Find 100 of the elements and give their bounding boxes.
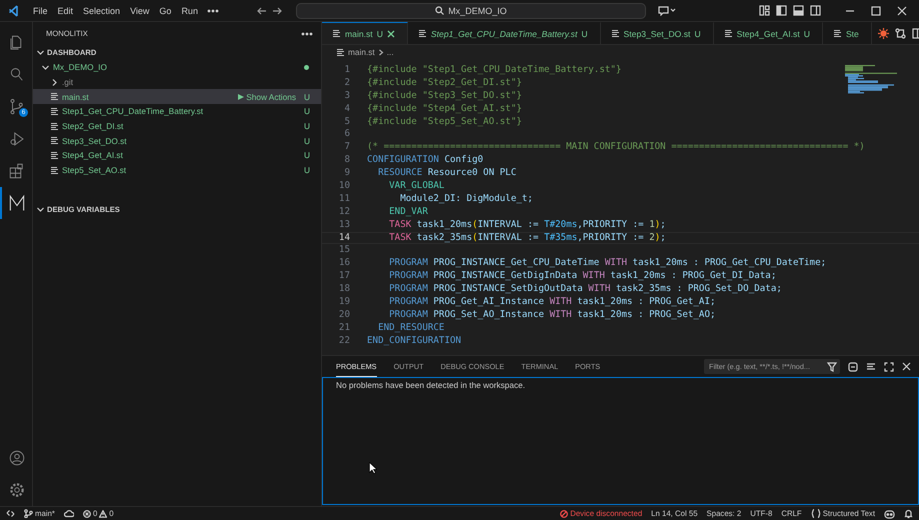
- line-number: 8: [343, 154, 351, 168]
- chat-icon[interactable]: [658, 5, 676, 16]
- toggle-secondary-sidebar-icon[interactable]: [810, 5, 821, 16]
- menu-item[interactable]: Edit: [52, 6, 78, 16]
- chevron-right-icon: [378, 48, 384, 56]
- file-icon: [336, 48, 345, 56]
- braces-icon: [810, 509, 821, 518]
- copilot-icon[interactable]: [884, 508, 895, 518]
- line-number: 5: [343, 116, 351, 128]
- line-number: 11: [338, 192, 351, 206]
- file-icon: [50, 150, 59, 160]
- tree-item[interactable]: Step1_Get_CPU_DateTime_Battery.st U: [33, 104, 321, 119]
- remote-icon[interactable]: [6, 509, 15, 518]
- line-number: 13: [338, 218, 351, 232]
- line-number: 22: [338, 334, 351, 348]
- tree-item[interactable]: Mx_DEMO_IO: [33, 60, 321, 75]
- maximize-panel-icon[interactable]: [884, 362, 894, 372]
- mouse-pointer-icon: [369, 462, 377, 474]
- git-status: U: [303, 92, 311, 102]
- menu-item[interactable]: Run: [176, 6, 203, 16]
- line-number: 20: [338, 308, 351, 322]
- branch-icon: [24, 509, 33, 518]
- chevron-right-icon[interactable]: [50, 78, 59, 87]
- file-icon: [50, 166, 59, 175]
- tree-item[interactable]: .git: [33, 74, 321, 90]
- editor-tab[interactable]: Step3_Set_DO.st U: [600, 22, 714, 44]
- error-icon: [82, 510, 91, 518]
- disconnected-icon: [560, 510, 568, 518]
- code-line: RESOURCE Resource0 ON PLC: [377, 167, 516, 180]
- file-icon: [832, 29, 842, 38]
- breadcrumb-item[interactable]: main.st: [348, 47, 375, 57]
- forward-arrow-icon[interactable]: [272, 6, 282, 16]
- bug-icon[interactable]: [878, 28, 889, 38]
- code-line: CONFIGURATION Config0: [367, 154, 484, 168]
- editor-tab[interactable]: Ste: [822, 22, 872, 44]
- chevron-down-icon[interactable]: [36, 205, 45, 214]
- code-line: PROGRAM PROG_INSTANCE_Get_CPU_DateTime WITH task1_20ms : PROG_Get_CPU_DateTime;: [388, 257, 826, 270]
- chevron-down-icon[interactable]: [36, 48, 45, 56]
- warning-icon: [99, 510, 108, 518]
- code-line: END_VAR: [388, 206, 428, 219]
- menu-item[interactable]: Selection: [78, 6, 126, 16]
- breadcrumb-item[interactable]: ...: [386, 47, 394, 57]
- tree-item[interactable]: Step2_Get_DI.st U: [33, 118, 321, 134]
- vscode-logo-icon[interactable]: [8, 4, 20, 16]
- editor-tab[interactable]: Step1_Get_CPU_DateTime_Battery.st U: [408, 22, 601, 44]
- git-status: U: [303, 165, 311, 176]
- collapse-all-icon[interactable]: [848, 362, 858, 372]
- list-view-icon[interactable]: [866, 362, 876, 372]
- tree-item[interactable]: main.st Show Actions U: [33, 89, 321, 104]
- toggle-sidebar-icon[interactable]: [776, 5, 787, 16]
- git-status: U: [376, 28, 383, 38]
- file-icon: [332, 29, 341, 38]
- line-number: 15: [338, 244, 351, 258]
- minimap-drawing[interactable]: [844, 65, 900, 95]
- sync-cloud-icon[interactable]: [64, 509, 74, 518]
- tree-item[interactable]: Step3_Set_DO.st U: [33, 133, 321, 148]
- toggle-panel-icon[interactable]: [793, 5, 804, 16]
- monolitix-logo-icon[interactable]: [7, 193, 27, 213]
- customize-layout-icon[interactable]: [759, 5, 770, 16]
- run-debug-icon[interactable]: [8, 130, 26, 148]
- code-line: {#include "Step2_Get_DI.st"}: [367, 76, 522, 90]
- chevron-down-icon[interactable]: [41, 62, 50, 72]
- editor-tab[interactable]: Step4_Get_AI.st U: [714, 22, 823, 44]
- line-number: 18: [338, 283, 351, 296]
- code-line: {#include "Step4_Get_AI.st"}: [367, 102, 522, 116]
- close-icon[interactable]: [897, 6, 907, 16]
- back-arrow-icon[interactable]: [256, 6, 267, 16]
- search-icon: [435, 6, 444, 15]
- code-line: (* ================================ MAIN CONFIGURATION ================================ *): [367, 141, 865, 154]
- code-line: END_CONFIGURATION: [367, 334, 462, 348]
- account-icon[interactable]: [8, 449, 26, 467]
- line-number: 14: [338, 232, 351, 244]
- tree-item[interactable]: Step5_Set_AO.st U: [33, 162, 321, 178]
- line-number: 3: [343, 90, 351, 103]
- compare-changes-icon[interactable]: [894, 28, 906, 38]
- file-icon: [418, 29, 427, 38]
- code-line: {#include "Step1_Get_CPU_DateTime_Battery.st"}: [367, 64, 622, 77]
- git-status: U: [804, 28, 810, 38]
- close-panel-icon[interactable]: [902, 362, 911, 371]
- code-line: END_RESOURCE: [377, 322, 444, 335]
- command-search-field[interactable]: Mx_DEMO_IO: [296, 2, 646, 18]
- menu-item[interactable]: Go: [154, 6, 176, 16]
- code-line: PROGRAM PROG_INSTANCE_GetDigInData WITH task1_20ms : PROG_Get_DI_Data;: [388, 270, 776, 284]
- filter-icon[interactable]: [827, 362, 837, 372]
- notification-bell-icon[interactable]: [904, 508, 913, 518]
- maximize-icon[interactable]: [871, 6, 881, 16]
- line-number: 2: [343, 76, 351, 90]
- line-number: 4: [343, 102, 351, 116]
- editor-tab[interactable]: main.st U: [322, 22, 408, 44]
- line-number: 21: [338, 322, 351, 335]
- close-icon[interactable]: [386, 30, 395, 38]
- menu-item[interactable]: View: [125, 6, 154, 16]
- empty-problems-message: No problems have been detected in the workspace.: [336, 380, 526, 390]
- line-number: 9: [343, 167, 351, 180]
- tree-item[interactable]: Step4_Get_AI.st U: [33, 148, 321, 163]
- menu-item[interactable]: File: [28, 6, 53, 16]
- file-icon: [50, 92, 59, 102]
- settings-icon[interactable]: [8, 481, 26, 499]
- show-actions-button[interactable]: Show Actions: [238, 92, 296, 102]
- file-icon: [610, 29, 620, 38]
